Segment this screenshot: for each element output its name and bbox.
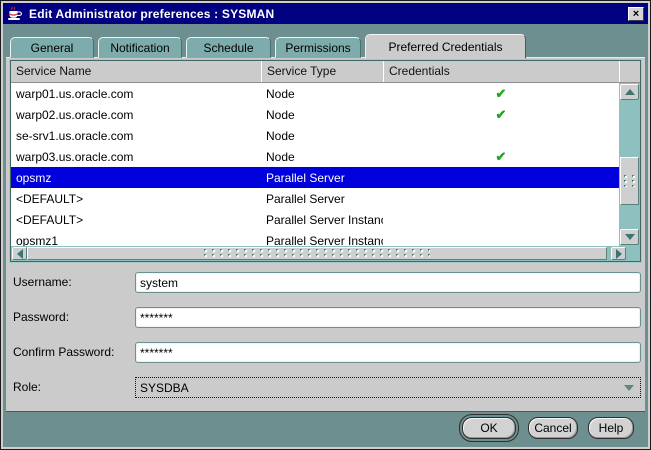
- username-field[interactable]: [135, 272, 641, 293]
- horizontal-scroll-thumb[interactable]: [27, 247, 607, 260]
- thumb-grip-texture: [204, 248, 430, 259]
- service-type-cell: Node: [266, 86, 295, 101]
- down-arrow-icon: [624, 234, 635, 240]
- close-icon: ×: [632, 7, 640, 20]
- table-header-corner: [619, 61, 640, 82]
- service-type-cell: Parallel Server: [266, 191, 345, 206]
- credentials-check-icon: ✔: [495, 148, 507, 164]
- vertical-scrollbar[interactable]: [619, 83, 640, 246]
- tab-notification[interactable]: Notification: [98, 37, 182, 58]
- tab-permissions[interactable]: Permissions: [275, 37, 361, 58]
- application-coffee-cup-icon: [8, 6, 22, 20]
- service-type-cell: Parallel Server Instance: [266, 212, 383, 227]
- tab-strip: General Notification Schedule Permission…: [10, 33, 530, 59]
- dropdown-arrow-icon: [624, 384, 634, 391]
- service-name-cell: warp01.us.oracle.com: [16, 86, 134, 101]
- service-name-cell: opsmz1: [16, 233, 59, 247]
- table-row[interactable]: opsmz1 Parallel Server Instance: [11, 230, 619, 246]
- credentials-check-icon: ✔: [495, 106, 507, 122]
- ok-button[interactable]: OK: [462, 417, 516, 439]
- thumb-grip-texture: [623, 175, 636, 187]
- edit-administrator-preferences-dialog: Edit Administrator preferences : SYSMAN …: [0, 0, 651, 450]
- credentials-check-icon: ✔: [495, 85, 507, 101]
- right-arrow-icon: [615, 248, 622, 259]
- table-body: warp01.us.oracle.com Node ✔ warp02.us.or…: [11, 83, 619, 246]
- horizontal-scrollbar[interactable]: [11, 246, 640, 261]
- close-button[interactable]: ×: [628, 6, 644, 21]
- service-type-cell: Parallel Server: [266, 170, 345, 185]
- role-selected-value: SYSDBA: [140, 380, 189, 395]
- service-name-cell: se-srv1.us.oracle.com: [16, 128, 134, 143]
- table-row[interactable]: warp02.us.oracle.com Node ✔: [11, 104, 619, 125]
- password-field[interactable]: [135, 307, 641, 328]
- service-name-cell: <DEFAULT>: [16, 191, 84, 206]
- service-name-cell: warp02.us.oracle.com: [16, 107, 134, 122]
- table-row[interactable]: se-srv1.us.oracle.com Node: [11, 125, 619, 146]
- help-button[interactable]: Help: [588, 417, 634, 439]
- confirm-password-label: Confirm Password:: [13, 345, 115, 359]
- table-row[interactable]: <DEFAULT> Parallel Server Instance: [11, 209, 619, 230]
- role-label: Role:: [13, 380, 42, 394]
- up-arrow-icon: [624, 89, 635, 95]
- title-bar[interactable]: Edit Administrator preferences : SYSMAN …: [3, 3, 648, 24]
- password-label: Password:: [13, 310, 70, 324]
- service-type-cell: Node: [266, 149, 295, 164]
- cancel-button[interactable]: Cancel: [528, 417, 578, 439]
- table-row[interactable]: warp01.us.oracle.com Node ✔: [11, 83, 619, 104]
- credentials-table: Service Name Service Type Credentials wa…: [10, 60, 641, 262]
- column-header-service-name: Service Name: [16, 64, 92, 78]
- preferred-credentials-panel: Service Name Service Type Credentials wa…: [6, 57, 645, 412]
- tab-general[interactable]: General: [10, 37, 94, 58]
- username-label: Username:: [13, 275, 72, 289]
- service-name-cell: warp03.us.oracle.com: [16, 149, 134, 164]
- scroll-down-button[interactable]: [620, 229, 639, 245]
- service-name-cell: <DEFAULT>: [16, 212, 84, 227]
- column-header-service-type: Service Type: [261, 61, 383, 82]
- left-arrow-icon: [16, 248, 23, 259]
- role-dropdown[interactable]: SYSDBA: [135, 377, 641, 398]
- vertical-scroll-thumb[interactable]: [620, 157, 639, 205]
- table-header: Service Name Service Type Credentials: [11, 61, 640, 83]
- confirm-password-field[interactable]: [135, 342, 641, 363]
- table-row[interactable]: <DEFAULT> Parallel Server: [11, 188, 619, 209]
- scroll-left-button[interactable]: [12, 247, 27, 260]
- ok-button-default-ring: OK: [459, 414, 519, 442]
- table-row[interactable]: warp03.us.oracle.com Node ✔: [11, 146, 619, 167]
- service-type-cell: Node: [266, 128, 295, 143]
- table-row-selected[interactable]: opsmz Parallel Server: [11, 167, 619, 188]
- tab-schedule[interactable]: Schedule: [186, 37, 271, 58]
- service-type-cell: Parallel Server Instance: [266, 233, 383, 247]
- column-header-credentials: Credentials: [383, 61, 619, 82]
- scroll-up-button[interactable]: [620, 84, 639, 100]
- service-type-cell: Node: [266, 107, 295, 122]
- window-title: Edit Administrator preferences : SYSMAN: [29, 6, 275, 21]
- scroll-right-button[interactable]: [611, 247, 626, 260]
- service-name-cell: opsmz: [16, 170, 52, 185]
- tab-preferred-credentials[interactable]: Preferred Credentials: [365, 34, 526, 59]
